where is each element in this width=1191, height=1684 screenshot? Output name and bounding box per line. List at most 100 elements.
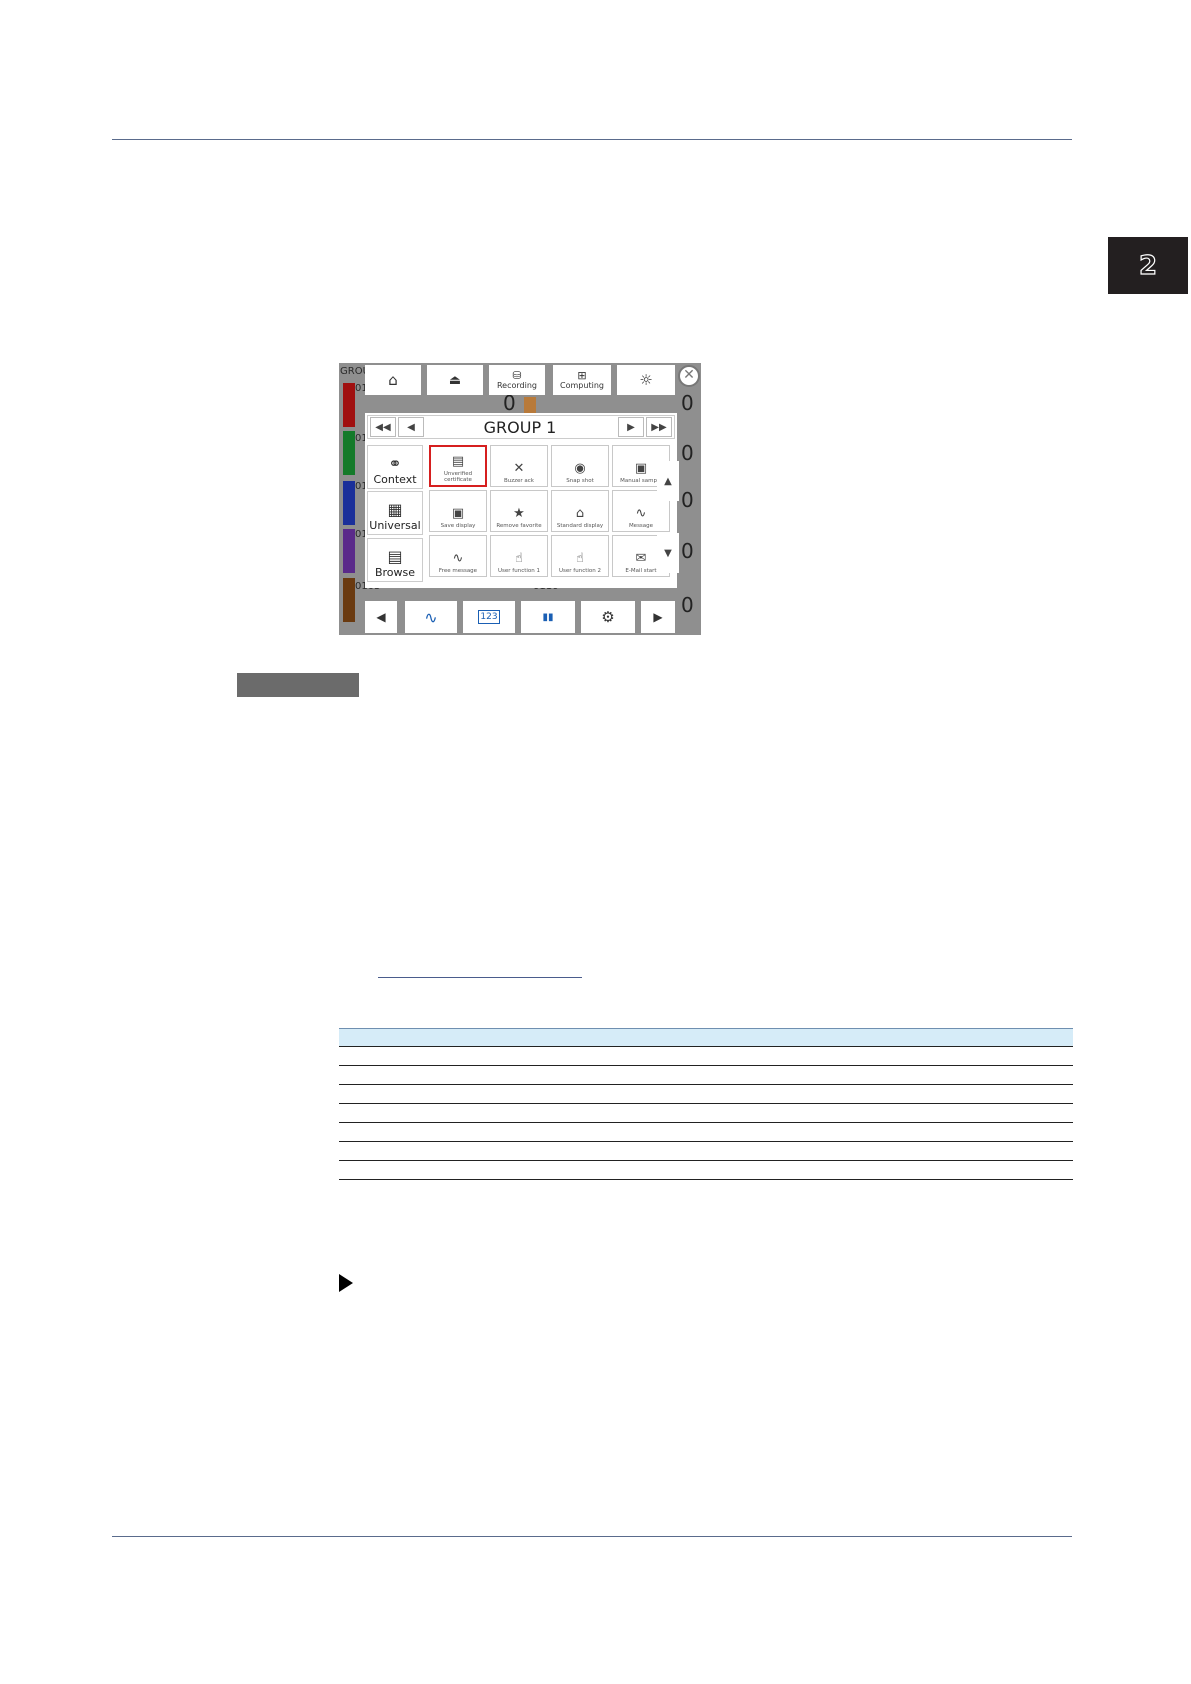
group-header: ◀◀ ◀ GROUP 1 ▶ ▶▶ <box>367 415 675 439</box>
channel-value: 0 <box>681 539 694 563</box>
home-icon: ⌂ <box>388 371 398 389</box>
computing-button[interactable]: ⊞ Computing <box>553 365 611 395</box>
function-label: Standard display <box>556 523 604 529</box>
last-group-button[interactable]: ▶▶ <box>646 417 672 437</box>
section-label-bar <box>237 673 359 697</box>
channel-strip-red <box>343 383 355 427</box>
trend-icon: ∿ <box>424 607 438 627</box>
media-eject-button[interactable]: ⏏ <box>427 365 483 395</box>
context-label: Context <box>373 473 417 486</box>
table-row <box>339 1047 1073 1066</box>
function-label: Message <box>628 523 654 529</box>
function-label: User function 1 <box>498 568 540 574</box>
home-button[interactable]: ⌂ <box>365 365 421 395</box>
chevron-up-icon: ▲ <box>664 475 672 487</box>
context-button[interactable]: ⚭ Context <box>367 445 423 489</box>
first-icon: ◀◀ <box>375 421 391 433</box>
message-icon: ∿ <box>635 506 647 521</box>
gear-icon: ⚙ <box>601 608 615 626</box>
reference-link-underline[interactable] <box>378 977 582 978</box>
table-header <box>339 1028 1073 1047</box>
table-row <box>339 1066 1073 1085</box>
channel-value: 0 <box>681 441 694 465</box>
floppy-icon: ▣ <box>634 461 648 476</box>
table-row <box>339 1123 1073 1142</box>
close-icon: ✕ <box>683 367 695 383</box>
message-icon: ∿ <box>452 551 464 566</box>
hand-icon: ☝ <box>576 551 584 566</box>
alarm-icon: ☼ <box>639 371 653 389</box>
footer-rule <box>112 1536 1072 1537</box>
function-label: Manual sample <box>620 478 662 484</box>
channel-strip-brown <box>343 578 355 622</box>
chapter-number: 2 <box>1138 250 1158 281</box>
tab-bar-graph[interactable]: ▮▮ <box>521 601 575 633</box>
mail-icon: ✉ <box>635 551 647 566</box>
buzzer-icon: ✕ <box>513 461 525 476</box>
function-label: Buzzer ack <box>503 478 534 484</box>
tab-digital[interactable]: 123 <box>463 601 515 633</box>
header-rule <box>112 139 1072 140</box>
reference-table <box>339 1028 1073 1180</box>
chevron-right-icon: ▶ <box>653 610 663 624</box>
function-unverified-certificate[interactable]: ▤ Unverified certificate <box>429 445 487 487</box>
home-icon: ⌂ <box>575 506 585 521</box>
eject-icon: ⏏ <box>448 372 462 388</box>
recording-label: Recording <box>496 381 537 390</box>
context-icon: ⚭ <box>388 454 402 473</box>
scroll-down-button[interactable]: ▼ <box>657 533 679 573</box>
universal-button[interactable]: ▦ Universal <box>367 491 423 535</box>
function-save-display[interactable]: ▣ Save display <box>429 490 487 532</box>
function-remove-favorite[interactable]: ★ Remove favorite <box>490 490 548 532</box>
browse-icon: ▤ <box>387 547 403 566</box>
alarm-button[interactable]: ☼ <box>617 365 675 395</box>
function-label: Remove favorite <box>496 523 542 529</box>
bar-graph-icon: ▮▮ <box>542 611 554 623</box>
universal-label: Universal <box>369 519 421 532</box>
certificate-icon: ▤ <box>451 454 465 469</box>
function-label: Unverified certificate <box>443 471 473 483</box>
chevron-left-icon: ◀ <box>376 610 386 624</box>
step-marker-icon <box>339 1274 353 1292</box>
camera-icon: ◉ <box>574 461 586 476</box>
prev-group-button[interactable]: ◀ <box>398 417 424 437</box>
close-button[interactable]: ✕ <box>678 365 700 387</box>
next-screen-button[interactable]: ▶ <box>641 601 675 633</box>
tab-settings[interactable]: ⚙ <box>581 601 635 633</box>
group-title: GROUP 1 <box>483 417 557 437</box>
channel-strip-purple <box>343 529 355 573</box>
function-standard-display[interactable]: ⌂ Standard display <box>551 490 609 532</box>
channel-value: 0 <box>681 593 694 617</box>
function-snap-shot[interactable]: ◉ Snap shot <box>551 445 609 487</box>
function-label: Snap shot <box>566 478 594 484</box>
function-label: User function 2 <box>559 568 601 574</box>
device-screenshot: GROU 01 01 0103 0104 0105 0110 0 0 0 0 0… <box>339 363 701 635</box>
computing-label: Computing <box>560 381 604 390</box>
chapter-tab: 2 <box>1108 237 1188 294</box>
table-row <box>339 1161 1073 1180</box>
channel-value: 0 <box>681 488 694 512</box>
computing-icon: ⊞ <box>577 369 587 382</box>
function-user-function-2[interactable]: ☝ User function 2 <box>551 535 609 577</box>
function-label: Save display <box>440 523 476 529</box>
function-buzzer-ack[interactable]: ✕ Buzzer ack <box>490 445 548 487</box>
channel-strip-green <box>343 431 355 475</box>
prev-screen-button[interactable]: ◀ <box>365 601 397 633</box>
browse-button[interactable]: ▤ Browse <box>367 538 423 582</box>
digital-icon: 123 <box>478 610 500 624</box>
function-user-function-1[interactable]: ☝ User function 1 <box>490 535 548 577</box>
function-menu-panel: ◀◀ ◀ GROUP 1 ▶ ▶▶ ⚭ Context ▦ Universal … <box>365 413 677 588</box>
table-row <box>339 1104 1073 1123</box>
function-free-message[interactable]: ∿ Free message <box>429 535 487 577</box>
first-group-button[interactable]: ◀◀ <box>370 417 396 437</box>
table-row <box>339 1142 1073 1161</box>
tab-trend[interactable]: ∿ <box>405 601 457 633</box>
floppy-icon: ▣ <box>451 506 465 521</box>
browse-label: Browse <box>374 566 416 579</box>
function-label: Free message <box>438 568 478 574</box>
scroll-up-button[interactable]: ▲ <box>657 461 679 501</box>
recording-button[interactable]: ⛁ Recording <box>489 365 545 395</box>
next-group-button[interactable]: ▶ <box>618 417 644 437</box>
last-icon: ▶▶ <box>651 421 667 433</box>
hand-icon: ☝ <box>515 551 523 566</box>
